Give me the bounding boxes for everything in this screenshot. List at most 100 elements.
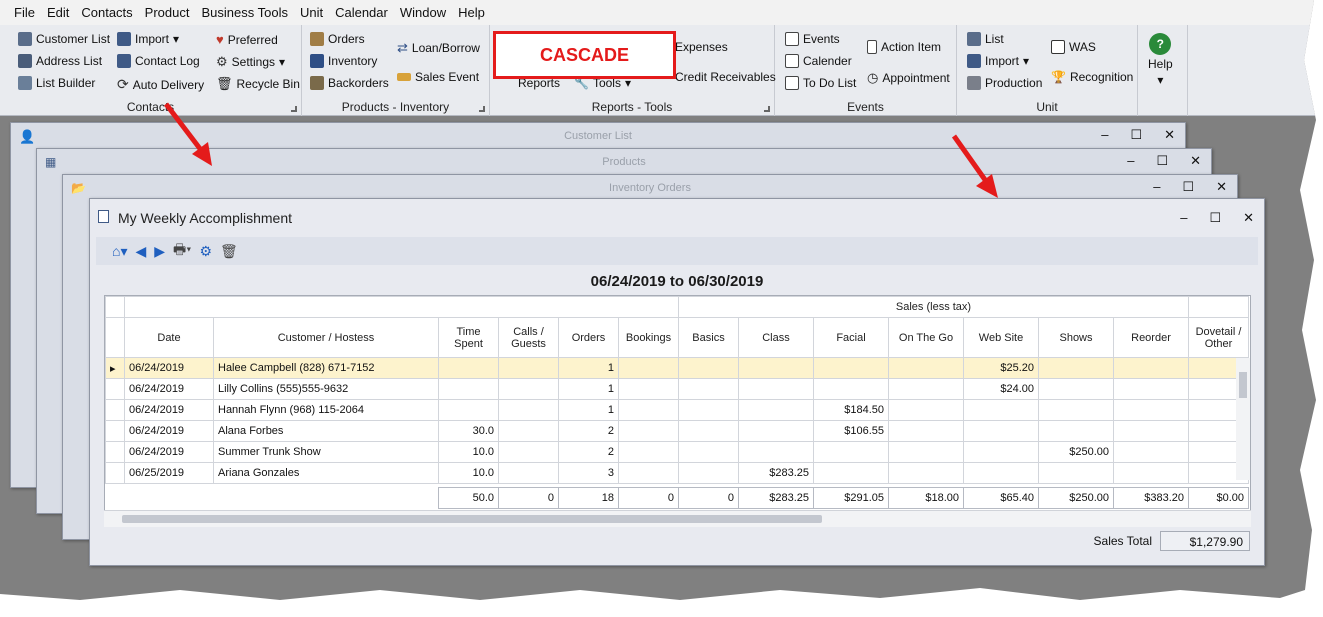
menu-file[interactable]: File: [14, 5, 35, 20]
value-cell[interactable]: [678, 378, 739, 400]
menu-business-tools[interactable]: Business Tools: [201, 5, 287, 20]
horizontal-scroll-thumb[interactable]: [122, 515, 822, 523]
value-cell[interactable]: [963, 420, 1039, 442]
menu-contacts[interactable]: Contacts: [81, 5, 132, 20]
value-cell[interactable]: [678, 462, 739, 484]
column-header[interactable]: Reorder: [1113, 317, 1189, 358]
column-header[interactable]: Shows: [1038, 317, 1114, 358]
row-indicator[interactable]: [105, 462, 125, 484]
sales-event-button[interactable]: Sales Event: [397, 70, 479, 84]
maximize-icon[interactable]: ☐: [1156, 153, 1168, 169]
vertical-scrollbar[interactable]: [1236, 358, 1250, 480]
customer-cell[interactable]: Ariana Gonzales: [213, 462, 439, 484]
value-cell[interactable]: [888, 378, 964, 400]
close-icon[interactable]: ✕: [1243, 210, 1254, 226]
value-cell[interactable]: [738, 378, 814, 400]
menu-unit[interactable]: Unit: [300, 5, 323, 20]
trash-icon[interactable]: 🗑: [220, 243, 238, 260]
calender-button[interactable]: Calender: [785, 54, 852, 68]
value-cell[interactable]: [1038, 357, 1114, 379]
address-list-button[interactable]: Address List: [18, 54, 102, 68]
column-header[interactable]: Class: [738, 317, 814, 358]
value-cell[interactable]: [888, 357, 964, 379]
column-header[interactable]: Facial: [813, 317, 889, 358]
recycle-bin-button[interactable]: 🗑 Recycle Bin: [216, 76, 300, 92]
preferred-button[interactable]: ♥ Preferred: [216, 32, 278, 47]
row-indicator[interactable]: [105, 399, 125, 421]
value-cell[interactable]: [1113, 462, 1189, 484]
value-cell[interactable]: $106.55: [813, 420, 889, 442]
maximize-icon[interactable]: ☐: [1209, 210, 1221, 226]
menu-product[interactable]: Product: [145, 5, 190, 20]
column-header[interactable]: On The Go: [888, 317, 964, 358]
print-icon[interactable]: 🖶▾: [173, 239, 191, 263]
value-cell[interactable]: [813, 441, 889, 463]
value-cell[interactable]: [813, 462, 889, 484]
value-cell[interactable]: [618, 357, 679, 379]
value-cell[interactable]: [438, 357, 499, 379]
value-cell[interactable]: [678, 399, 739, 421]
value-cell[interactable]: [888, 462, 964, 484]
orders-button[interactable]: Orders: [310, 32, 365, 46]
value-cell[interactable]: [738, 420, 814, 442]
value-cell[interactable]: [1113, 378, 1189, 400]
value-cell[interactable]: [888, 399, 964, 421]
value-cell[interactable]: 3: [558, 462, 619, 484]
value-cell[interactable]: [438, 378, 499, 400]
group-launcher-icon[interactable]: [291, 106, 297, 112]
value-cell[interactable]: [1113, 357, 1189, 379]
production-button[interactable]: Production: [967, 76, 1042, 90]
value-cell[interactable]: [813, 378, 889, 400]
vertical-scroll-thumb[interactable]: [1239, 372, 1247, 398]
value-cell[interactable]: $25.20: [963, 357, 1039, 379]
value-cell[interactable]: [678, 357, 739, 379]
customer-list-button[interactable]: Customer List: [18, 32, 110, 46]
date-cell[interactable]: 06/25/2019: [124, 462, 214, 484]
customer-cell[interactable]: Halee Campbell (828) 671-7152: [213, 357, 439, 379]
value-cell[interactable]: [738, 357, 814, 379]
value-cell[interactable]: [498, 420, 559, 442]
value-cell[interactable]: [498, 462, 559, 484]
value-cell[interactable]: 2: [558, 441, 619, 463]
list-builder-button[interactable]: List Builder: [18, 76, 95, 90]
table-row[interactable]: 06/24/2019 Alana Forbes 30.0 2 $106.55: [105, 420, 1249, 442]
value-cell[interactable]: [888, 441, 964, 463]
value-cell[interactable]: $184.50: [813, 399, 889, 421]
accomplishment-grid[interactable]: Sales (less tax) Date Customer / Hostess…: [104, 295, 1251, 527]
column-header[interactable]: Orders: [558, 317, 619, 358]
value-cell[interactable]: [498, 399, 559, 421]
value-cell[interactable]: $24.00: [963, 378, 1039, 400]
table-row[interactable]: 06/25/2019 Ariana Gonzales 10.0 3 $283.25: [105, 462, 1249, 484]
column-header[interactable]: Web Site: [963, 317, 1039, 358]
value-cell[interactable]: 1: [558, 357, 619, 379]
back-arrow-icon[interactable]: ◀: [135, 243, 146, 260]
settings-button[interactable]: ⚙ Settings ▾: [216, 54, 285, 70]
auto-delivery-button[interactable]: ⟳ Auto Delivery: [117, 76, 204, 93]
recognition-button[interactable]: 🏆 Recognition: [1051, 70, 1133, 84]
column-header[interactable]: Customer / Hostess: [213, 317, 439, 358]
value-cell[interactable]: 2: [558, 420, 619, 442]
value-cell[interactable]: [618, 441, 679, 463]
date-cell[interactable]: 06/24/2019: [124, 357, 214, 379]
value-cell[interactable]: [963, 399, 1039, 421]
value-cell[interactable]: [618, 420, 679, 442]
appointment-button[interactable]: ◷ Appointment: [867, 70, 950, 86]
value-cell[interactable]: [888, 420, 964, 442]
value-cell[interactable]: [498, 441, 559, 463]
value-cell[interactable]: [813, 357, 889, 379]
home-icon[interactable]: ⌂▾: [112, 243, 127, 260]
value-cell[interactable]: [963, 441, 1039, 463]
menu-edit[interactable]: Edit: [47, 5, 69, 20]
action-item-button[interactable]: Action Item: [867, 40, 941, 54]
was-button[interactable]: WAS: [1051, 40, 1096, 54]
customer-cell[interactable]: Hannah Flynn (968) 115-2064: [213, 399, 439, 421]
backorders-button[interactable]: Backorders: [310, 76, 389, 90]
unit-import-button[interactable]: Import ▾: [967, 54, 1029, 68]
menu-calendar[interactable]: Calendar: [335, 5, 388, 20]
table-row[interactable]: ▸ 06/24/2019 Halee Campbell (828) 671-7152…: [105, 357, 1249, 379]
inventory-button[interactable]: Inventory: [310, 54, 377, 68]
value-cell[interactable]: [738, 441, 814, 463]
help-button[interactable]: ? Help ▾: [1148, 33, 1173, 87]
row-indicator[interactable]: ▸: [105, 357, 125, 379]
value-cell[interactable]: [1113, 420, 1189, 442]
